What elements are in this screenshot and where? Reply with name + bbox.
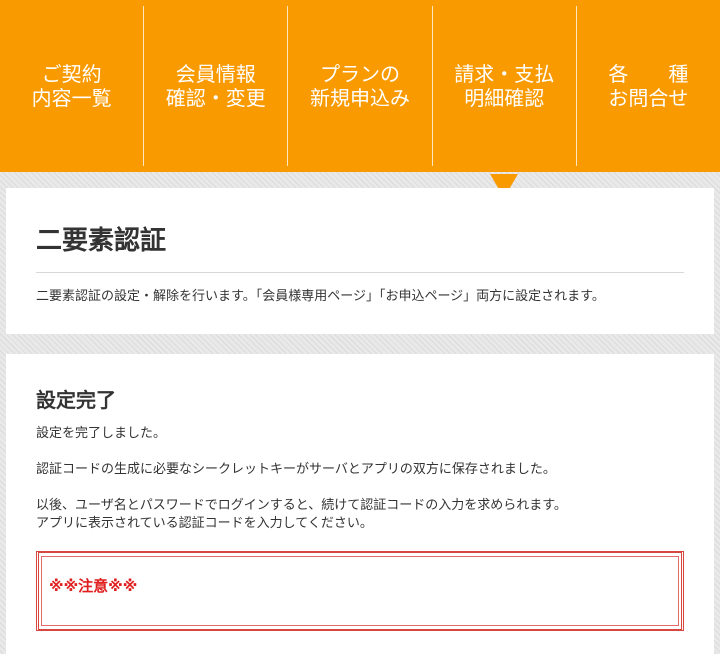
nav-new-plan-label: プランの 新規申込み <box>310 62 410 110</box>
nav-billing-label: 請求・支払 明細確認 <box>454 62 555 110</box>
paragraph-complete: 設定を完了しました。 <box>36 426 167 441</box>
nav-contract-list-label: ご契約 内容一覧 <box>31 62 112 110</box>
nav-contract-list[interactable]: ご契約 内容一覧 <box>0 6 145 166</box>
section-title: 設定完了 <box>36 388 116 412</box>
nav-inquiries[interactable]: 各 種 お問合せ <box>577 6 720 166</box>
nav-billing[interactable]: 請求・支払 明細確認 <box>433 6 577 166</box>
nav-member-info-label: 会員情報 確認・変更 <box>165 62 266 110</box>
content-card: 設定完了 設定を完了しました。 認証コードの生成に必要なシークレットキーがサーバ… <box>6 354 714 654</box>
notice-title: ※※注意※※ <box>49 577 138 595</box>
pattern-gap <box>0 334 720 354</box>
paragraph-secret-key: 認証コードの生成に必要なシークレットキーがサーバとアプリの双方に保存されました。 <box>36 462 556 477</box>
nav-member-info[interactable]: 会員情報 確認・変更 <box>144 6 289 166</box>
pattern-strip <box>0 172 720 188</box>
nav-inquiries-label: 各 種 お問合せ <box>608 62 689 110</box>
intro-text: 二要素認証の設定・解除を行います。「会員様専用ページ」「お申込ページ」両方に設定… <box>36 289 605 304</box>
notice-box: ※※注意※※ <box>36 551 684 631</box>
paragraph-login-info: 以後、ユーザ名とパスワードでログインすると、続けて認証コードの入力を求められます… <box>36 498 567 531</box>
main-nav: ご契約 内容一覧 会員情報 確認・変更 プランの 新規申込み 請求・支払 明細確… <box>0 0 720 172</box>
nav-new-plan[interactable]: プランの 新規申込み <box>288 6 433 166</box>
page-title: 二要素認証 <box>36 224 684 273</box>
header-card: 二要素認証 二要素認証の設定・解除を行います。「会員様専用ページ」「お申込ページ… <box>6 188 714 334</box>
